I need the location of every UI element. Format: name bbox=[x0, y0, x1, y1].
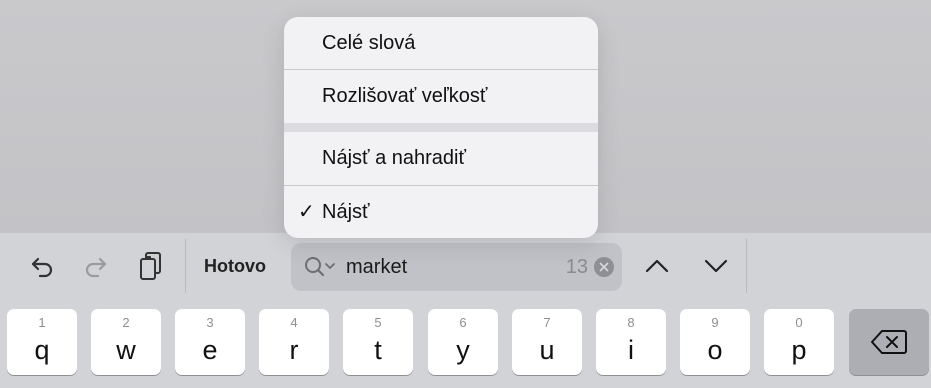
key-number: 9 bbox=[711, 315, 719, 330]
key-letter: w bbox=[116, 335, 136, 365]
keyboard: 1q 2w 3e 4r 5t 6y 7u 8i 9o 0p bbox=[0, 298, 931, 388]
key-t[interactable]: 5t bbox=[343, 309, 413, 375]
key-number: 6 bbox=[459, 315, 467, 330]
key-e[interactable]: 3e bbox=[175, 309, 245, 375]
clear-icon[interactable] bbox=[594, 257, 614, 277]
undo-icon[interactable] bbox=[20, 233, 64, 299]
checkmark-icon: ✓ bbox=[298, 201, 315, 223]
backspace-icon bbox=[849, 329, 929, 355]
menu-item-match-case[interactable]: Rozlišovať veľkosť bbox=[284, 70, 598, 122]
keyboard-toolbar: Hotovo market 13 bbox=[0, 232, 931, 299]
key-o[interactable]: 9o bbox=[680, 309, 750, 375]
key-letter: y bbox=[456, 335, 470, 365]
menu-item-find-replace[interactable]: Nájsť a nahradiť bbox=[284, 132, 598, 184]
paste-icon[interactable] bbox=[129, 233, 173, 299]
search-options-icon[interactable] bbox=[303, 255, 337, 284]
key-number: 1 bbox=[38, 315, 46, 330]
key-letter: t bbox=[374, 335, 382, 365]
key-letter: p bbox=[791, 335, 807, 365]
search-input[interactable]: market bbox=[346, 243, 407, 291]
done-button[interactable]: Hotovo bbox=[190, 233, 280, 299]
key-letter: u bbox=[539, 335, 555, 365]
menu-item-whole-words[interactable]: Celé slová bbox=[284, 17, 598, 69]
key-letter: q bbox=[34, 335, 50, 365]
search-field[interactable]: market 13 bbox=[291, 243, 622, 291]
key-number: 5 bbox=[374, 315, 382, 330]
redo-icon[interactable] bbox=[74, 233, 118, 299]
key-i[interactable]: 8i bbox=[596, 309, 666, 375]
key-number: 4 bbox=[290, 315, 298, 330]
menu-item-label: Nájsť a nahradiť bbox=[322, 147, 466, 169]
chevron-up-icon[interactable] bbox=[635, 233, 679, 299]
key-number: 2 bbox=[122, 315, 130, 330]
menu-item-label: Celé slová bbox=[322, 32, 416, 54]
key-y[interactable]: 6y bbox=[428, 309, 498, 375]
key-u[interactable]: 7u bbox=[512, 309, 582, 375]
key-w[interactable]: 2w bbox=[91, 309, 161, 375]
key-q[interactable]: 1q bbox=[7, 309, 77, 375]
search-options-menu: Celé slová Rozlišovať veľkosť Nájsť a na… bbox=[284, 17, 598, 238]
key-p[interactable]: 0p bbox=[764, 309, 834, 375]
menu-item-find[interactable]: ✓ Nájsť bbox=[284, 186, 598, 238]
toolbar-separator bbox=[746, 239, 747, 293]
key-number: 8 bbox=[627, 315, 635, 330]
toolbar-separator bbox=[185, 239, 186, 293]
chevron-down-icon[interactable] bbox=[694, 233, 738, 299]
key-number: 0 bbox=[795, 315, 803, 330]
menu-section-gap bbox=[284, 123, 598, 132]
delete-key[interactable] bbox=[849, 309, 929, 375]
key-letter: e bbox=[202, 335, 218, 365]
menu-item-label: Nájsť bbox=[322, 201, 370, 223]
key-number: 3 bbox=[206, 315, 214, 330]
menu-item-label: Rozlišovať veľkosť bbox=[322, 85, 488, 107]
key-number: 7 bbox=[543, 315, 551, 330]
match-count: 13 bbox=[565, 256, 588, 278]
key-letter: o bbox=[707, 335, 723, 365]
key-letter: r bbox=[289, 335, 299, 365]
key-letter: i bbox=[628, 335, 634, 365]
key-r[interactable]: 4r bbox=[259, 309, 329, 375]
